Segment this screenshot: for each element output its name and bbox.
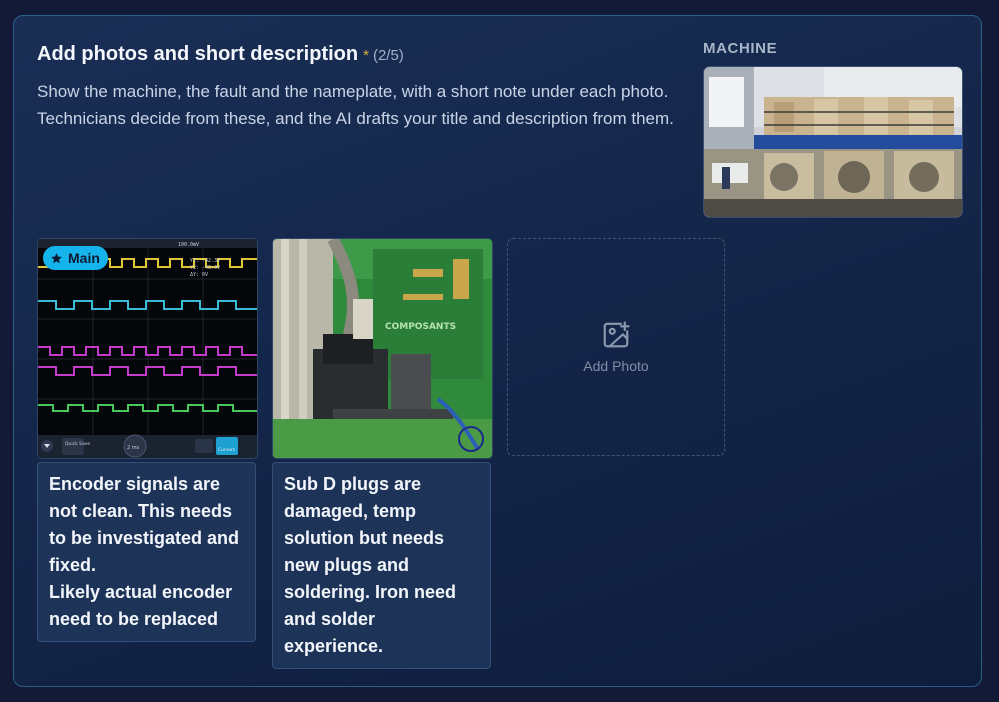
osc-scale-readout: 100.0mV bbox=[178, 242, 199, 248]
add-photo-button[interactable]: Add Photo bbox=[507, 238, 725, 456]
osc-y1-readout: Y1: -42.3V bbox=[190, 258, 220, 264]
section-header: Add photos and short description * (2/5) bbox=[37, 43, 404, 66]
section-description: Show the machine, the fault and the name… bbox=[37, 82, 674, 128]
damaged-sub-d-plugs-photo: COMPOSANTS bbox=[273, 239, 492, 458]
photo-upload-card: Add photos and short description * (2/5) S… bbox=[13, 15, 982, 687]
machine-photo[interactable] bbox=[703, 66, 963, 218]
machine-label: MACHINE bbox=[703, 40, 778, 57]
photo-note-main[interactable]: Encoder signals are not clean. This need… bbox=[37, 462, 256, 642]
pcb-label-text: COMPOSANTS bbox=[385, 322, 456, 332]
add-photo-label: Add Photo bbox=[583, 358, 649, 374]
main-badge-label: Main bbox=[68, 250, 100, 266]
osc-quick-save: Quick Save bbox=[65, 441, 90, 447]
photo-tile-2[interactable]: COMPOSANTS bbox=[272, 238, 493, 459]
osc-timebase: 2 ms bbox=[127, 445, 140, 451]
required-indicator: * bbox=[363, 47, 369, 64]
photo-note-2[interactable]: Sub D plugs are damaged, temp solution b… bbox=[272, 462, 491, 669]
main-photo-badge: Main bbox=[43, 246, 108, 270]
photo-note-line: Likely actual encoder need to be replace… bbox=[49, 582, 233, 629]
photo-tile-main[interactable]: Y1: -42.3V Y2: -43.0V ΔY: 0V 100.0mV Qui… bbox=[37, 238, 258, 459]
add-image-icon bbox=[603, 321, 630, 348]
section-title: Add photos and short description bbox=[37, 43, 359, 65]
industrial-printing-machine-photo bbox=[704, 67, 962, 217]
oscilloscope-encoder-signals-photo: Y1: -42.3V Y2: -43.0V ΔY: 0V 100.0mV Qui… bbox=[38, 239, 257, 458]
osc-dy-readout: ΔY: 0V bbox=[190, 272, 208, 278]
photo-note-line: Encoder signals are not clean. This need… bbox=[49, 474, 240, 575]
osc-cursors: Cursors bbox=[218, 447, 236, 453]
osc-y2-readout: Y2: -43.0V bbox=[190, 265, 220, 271]
star-icon bbox=[51, 252, 62, 263]
photo-counter: (2/5) bbox=[372, 47, 404, 64]
